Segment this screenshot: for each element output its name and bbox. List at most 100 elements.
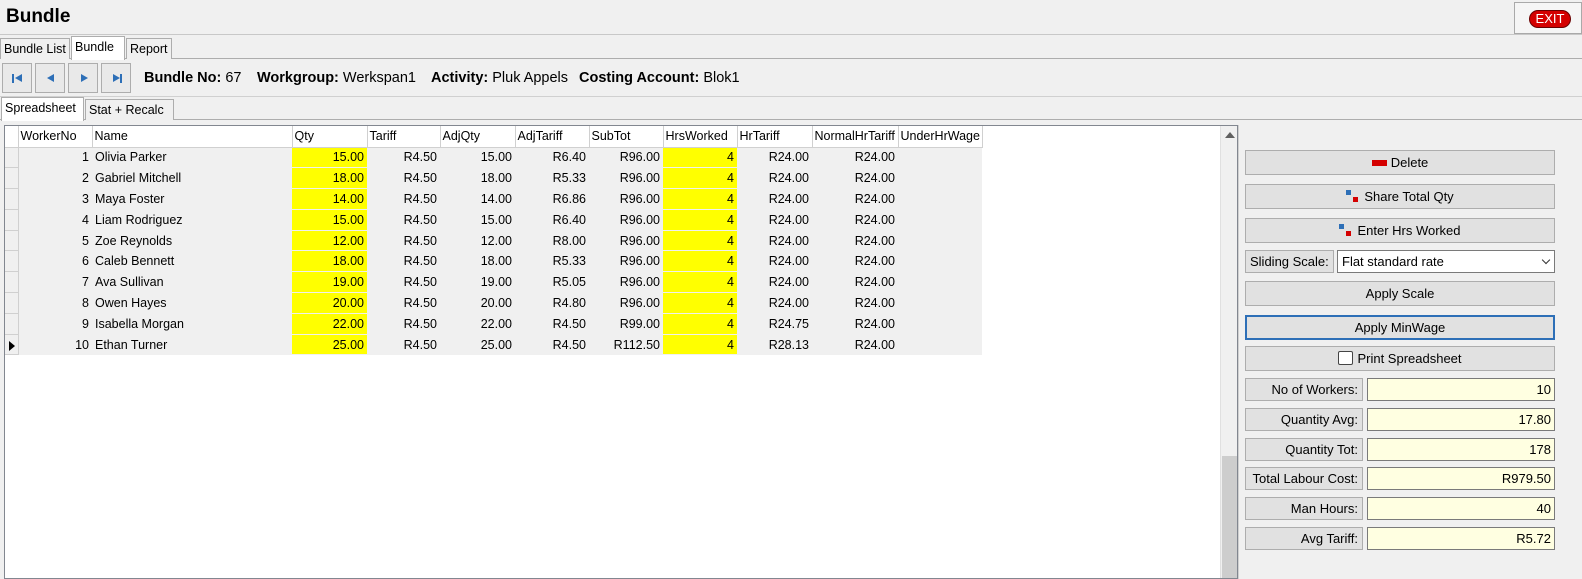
table-row[interactable]: 4 Liam Rodriguez 15.00 R4.50 15.00 R6.40 R96.0… [5, 209, 983, 231]
normal-hr-tariff-cell[interactable]: R24.00 [812, 188, 898, 210]
adj-tariff-cell[interactable]: R6.86 [515, 188, 589, 210]
under-hr-wage-cell[interactable] [898, 188, 983, 210]
normal-hr-tariff-cell[interactable]: R24.00 [812, 313, 898, 335]
adj-tariff-cell[interactable]: R6.40 [515, 209, 589, 231]
qty-cell[interactable]: 15.00 [292, 147, 367, 169]
table-row[interactable]: 9 Isabella Morgan 22.00 R4.50 22.00 R4.50 R99.… [5, 313, 983, 335]
apply-minwage-button[interactable]: Apply MinWage [1245, 315, 1555, 340]
column-header[interactable]: UnderHrWage [898, 126, 983, 148]
hrs-worked-cell[interactable]: 4 [663, 230, 737, 252]
name-cell[interactable]: Owen Hayes [92, 292, 292, 314]
column-header[interactable]: AdjTariff [515, 126, 590, 148]
table-row[interactable]: 1 Olivia Parker 15.00 R4.50 15.00 R6.40 R96.00… [5, 147, 983, 169]
adj-tariff-cell[interactable]: R6.40 [515, 147, 589, 169]
vertical-scrollbar[interactable] [1220, 126, 1237, 578]
sub-tot-cell[interactable]: R96.00 [589, 188, 663, 210]
sub-tot-cell[interactable]: R96.00 [589, 292, 663, 314]
qty-cell[interactable]: 20.00 [292, 292, 367, 314]
name-cell[interactable]: Isabella Morgan [92, 313, 292, 335]
sub-tot-cell[interactable]: R96.00 [589, 147, 663, 169]
adj-qty-cell[interactable]: 25.00 [440, 334, 515, 356]
table-row[interactable]: 3 Maya Foster 14.00 R4.50 14.00 R6.86 R96.00 4 R… [5, 188, 983, 210]
worker-no-cell[interactable]: 7 [18, 271, 92, 294]
adj-qty-cell[interactable]: 22.00 [440, 313, 515, 335]
normal-hr-tariff-cell[interactable]: R24.00 [812, 167, 898, 190]
scroll-up-arrow-icon[interactable] [1225, 132, 1235, 138]
adj-qty-cell[interactable]: 15.00 [440, 209, 515, 231]
hr-tariff-cell[interactable]: R24.00 [737, 230, 812, 252]
spreadsheet-grid[interactable]: WorkerNo Name Qty Tariff AdjQty AdjTarif… [4, 125, 1238, 579]
qty-cell[interactable]: 15.00 [292, 209, 367, 231]
worker-no-cell[interactable]: 4 [18, 209, 92, 231]
row-indicator[interactable] [5, 334, 19, 356]
qty-cell[interactable]: 19.00 [292, 271, 367, 294]
tab-bundle-list[interactable]: Bundle List [0, 38, 70, 59]
under-hr-wage-cell[interactable] [898, 271, 983, 294]
under-hr-wage-cell[interactable] [898, 292, 983, 314]
sub-tot-cell[interactable]: R99.00 [589, 313, 663, 335]
name-cell[interactable]: Liam Rodriguez [92, 209, 292, 231]
tab-bundle[interactable]: Bundle [71, 36, 125, 60]
adj-tariff-cell[interactable]: R4.50 [515, 334, 589, 356]
name-cell[interactable]: Ava Sullivan [92, 271, 292, 294]
print-spreadsheet-button[interactable]: Print Spreadsheet [1245, 346, 1555, 371]
first-record-button[interactable] [2, 63, 32, 93]
column-header[interactable]: HrsWorked [663, 126, 738, 148]
normal-hr-tariff-cell[interactable]: R24.00 [812, 250, 898, 273]
row-indicator[interactable] [5, 147, 19, 169]
tariff-cell[interactable]: R4.50 [367, 292, 440, 314]
under-hr-wage-cell[interactable] [898, 250, 983, 273]
column-header[interactable]: HrTariff [737, 126, 813, 148]
hrs-worked-cell[interactable]: 4 [663, 292, 737, 314]
hrs-worked-cell[interactable]: 4 [663, 334, 737, 356]
tariff-cell[interactable]: R4.50 [367, 188, 440, 210]
under-hr-wage-cell[interactable] [898, 313, 983, 335]
normal-hr-tariff-cell[interactable]: R24.00 [812, 230, 898, 252]
under-hr-wage-cell[interactable] [898, 209, 983, 231]
row-indicator[interactable] [5, 230, 19, 252]
hrs-worked-cell[interactable]: 4 [663, 209, 737, 231]
adj-qty-cell[interactable]: 19.00 [440, 271, 515, 294]
under-hr-wage-cell[interactable] [898, 167, 983, 190]
hrs-worked-cell[interactable]: 4 [663, 271, 737, 294]
column-header[interactable]: AdjQty [440, 126, 516, 148]
hr-tariff-cell[interactable]: R24.00 [737, 209, 812, 231]
qty-cell[interactable]: 25.00 [292, 334, 367, 356]
qty-cell[interactable]: 14.00 [292, 188, 367, 210]
under-hr-wage-cell[interactable] [898, 147, 983, 169]
adj-tariff-cell[interactable]: R5.33 [515, 250, 589, 273]
sub-tot-cell[interactable]: R112.50 [589, 334, 663, 356]
worker-no-cell[interactable]: 2 [18, 167, 92, 190]
apply-scale-button[interactable]: Apply Scale [1245, 281, 1555, 306]
worker-no-cell[interactable]: 6 [18, 250, 92, 273]
hr-tariff-cell[interactable]: R24.00 [737, 271, 812, 294]
tariff-cell[interactable]: R4.50 [367, 250, 440, 273]
normal-hr-tariff-cell[interactable]: R24.00 [812, 209, 898, 231]
adj-qty-cell[interactable]: 20.00 [440, 292, 515, 314]
sub-tot-cell[interactable]: R96.00 [589, 209, 663, 231]
tab-report[interactable]: Report [126, 38, 172, 59]
adj-qty-cell[interactable]: 15.00 [440, 147, 515, 169]
sub-tot-cell[interactable]: R96.00 [589, 167, 663, 190]
normal-hr-tariff-cell[interactable]: R24.00 [812, 147, 898, 169]
hr-tariff-cell[interactable]: R24.75 [737, 313, 812, 335]
table-row[interactable]: 7 Ava Sullivan 19.00 R4.50 19.00 R5.05 R96.00 4… [5, 271, 983, 294]
worker-no-cell[interactable]: 10 [18, 334, 92, 356]
hr-tariff-cell[interactable]: R24.00 [737, 250, 812, 273]
worker-no-cell[interactable]: 8 [18, 292, 92, 314]
normal-hr-tariff-cell[interactable]: R24.00 [812, 292, 898, 314]
tab-spreadsheet[interactable]: Spreadsheet [1, 97, 84, 121]
qty-cell[interactable]: 12.00 [292, 230, 367, 252]
name-cell[interactable]: Ethan Turner [92, 334, 292, 356]
tariff-cell[interactable]: R4.50 [367, 271, 440, 294]
tariff-cell[interactable]: R4.50 [367, 209, 440, 231]
column-header[interactable]: SubTot [589, 126, 664, 148]
adj-qty-cell[interactable]: 18.00 [440, 250, 515, 273]
tariff-cell[interactable]: R4.50 [367, 313, 440, 335]
column-header[interactable]: NormalHrTariff [812, 126, 899, 148]
name-cell[interactable]: Gabriel Mitchell [92, 167, 292, 190]
table-row[interactable]: 2 Gabriel Mitchell 18.00 R4.50 18.00 R5.33 R96… [5, 167, 983, 190]
tariff-cell[interactable]: R4.50 [367, 167, 440, 190]
name-cell[interactable]: Caleb Bennett [92, 250, 292, 273]
tariff-cell[interactable]: R4.50 [367, 147, 440, 169]
